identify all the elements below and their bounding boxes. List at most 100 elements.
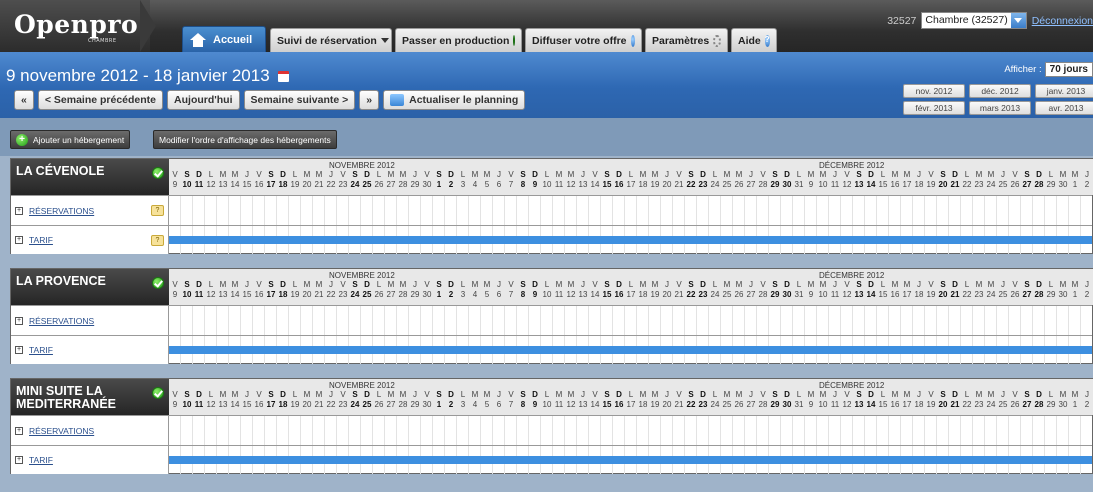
day-number: 27	[386, 180, 396, 189]
tab-diffuser[interactable]: Diffuser votre offre	[525, 28, 642, 52]
day-number: 17	[626, 400, 636, 409]
day-column: M 16	[889, 170, 901, 190]
day-number: 22	[326, 400, 336, 409]
tab-accueil[interactable]: Accueil	[182, 26, 266, 52]
day-number: 2	[448, 400, 454, 409]
tarif-link[interactable]: TARIF	[29, 455, 53, 465]
tab-aide[interactable]: Aide ?	[731, 28, 777, 52]
calendar-icon[interactable]	[277, 70, 289, 82]
day-column: J6	[493, 390, 505, 410]
expand-icon[interactable]: +	[15, 206, 23, 215]
day-column: S 24	[349, 280, 361, 300]
tab-production[interactable]: Passer en production	[395, 28, 522, 52]
day-number: 8	[520, 180, 526, 189]
day-number: 4	[472, 290, 478, 299]
day-number: 18	[278, 180, 288, 189]
reservations-link[interactable]: RÉSERVATIONS	[29, 316, 94, 326]
today-button[interactable]: Aujourd'hui	[167, 90, 240, 110]
day-number: 13	[578, 180, 588, 189]
reservations-grid[interactable]	[169, 306, 1092, 335]
chevron-down-icon[interactable]	[1010, 13, 1026, 28]
tab-parametres[interactable]: Paramètres	[645, 28, 728, 52]
previous-week-button[interactable]: < Semaine précédente	[37, 90, 164, 110]
day-number: 14	[866, 180, 876, 189]
add-accommodation-button[interactable]: + Ajouter un hébergement	[10, 130, 131, 149]
day-letter: M	[231, 170, 239, 179]
day-column: D 28	[1033, 390, 1045, 410]
day-column: M 21	[313, 280, 325, 300]
expand-icon[interactable]: +	[15, 236, 23, 244]
account-area: 32527 Chambre (32527) Déconnexion	[887, 12, 1093, 29]
last-button[interactable]: »	[359, 90, 380, 110]
day-number: 23	[698, 400, 708, 409]
day-letter: V	[340, 170, 346, 179]
expand-icon[interactable]: +	[15, 316, 23, 325]
next-week-button[interactable]: Semaine suivante >	[243, 90, 356, 110]
day-number: 14	[866, 290, 876, 299]
day-column: M 10	[817, 390, 829, 410]
day-letter: D	[364, 170, 370, 179]
day-number: 21	[674, 180, 684, 189]
day-letter: V	[928, 280, 934, 289]
tarif-link[interactable]: TARIF	[29, 235, 53, 245]
day-letter: L	[376, 390, 382, 399]
day-number: 30	[1058, 290, 1068, 299]
tarif-bar[interactable]	[169, 456, 1092, 464]
day-number: 20	[662, 400, 672, 409]
logo[interactable]: Openpro	[14, 10, 138, 39]
display-range-label: Afficher :	[1004, 64, 1042, 75]
day-column: V 28	[757, 170, 769, 190]
day-number: 11	[554, 290, 564, 299]
day-column: D 30	[781, 390, 793, 410]
expand-icon[interactable]: +	[15, 346, 23, 354]
day-number: 16	[254, 180, 264, 189]
day-number: 29	[770, 290, 780, 299]
expand-icon[interactable]: +	[15, 426, 23, 435]
month-button[interactable]: nov. 2012	[903, 84, 965, 98]
account-select[interactable]: Chambre (32527)	[921, 12, 1027, 29]
month-button[interactable]: avr. 2013	[1035, 101, 1093, 115]
tab-suivi[interactable]: Suivi de réservation	[270, 28, 392, 52]
day-column: M 20	[301, 170, 313, 190]
reservations-link[interactable]: RÉSERVATIONS	[29, 426, 94, 436]
logout-link[interactable]: Déconnexion	[1032, 15, 1093, 27]
day-column: J 27	[745, 390, 757, 410]
refresh-label: Actualiser le planning	[409, 94, 519, 106]
day-column: M 17	[901, 170, 913, 190]
reorder-accommodations-button[interactable]: Modifier l'ordre d'affichage des héberge…	[153, 130, 337, 149]
help-icon[interactable]: ?	[151, 205, 164, 216]
display-range-select[interactable]: 70 jours	[1044, 62, 1093, 77]
day-number: 21	[950, 180, 960, 189]
day-letter: L	[208, 170, 214, 179]
day-number: 1	[436, 290, 442, 299]
day-letter: M	[891, 390, 899, 399]
help-icon[interactable]: ?	[151, 234, 164, 246]
day-letter: D	[952, 280, 958, 289]
day-number: 17	[626, 180, 636, 189]
month-button[interactable]: déc. 2012	[969, 84, 1031, 98]
day-number: 11	[830, 290, 840, 299]
first-button[interactable]: «	[14, 90, 34, 110]
day-number: 16	[614, 180, 624, 189]
tarif-bar[interactable]	[169, 346, 1092, 354]
day-number: 26	[1010, 290, 1020, 299]
tarif-bar[interactable]	[169, 236, 1092, 244]
planning-header: 9 novembre 2012 - 18 janvier 2013 « < Se…	[0, 52, 1093, 118]
day-number: 29	[770, 400, 780, 409]
tarif-link[interactable]: TARIF	[29, 345, 53, 355]
month-button[interactable]: janv. 2013	[1035, 84, 1093, 98]
refresh-planning-button[interactable]: Actualiser le planning	[383, 90, 526, 110]
expand-icon[interactable]: +	[15, 456, 23, 464]
reservations-grid[interactable]	[169, 416, 1092, 445]
day-letter: D	[280, 170, 286, 179]
day-column: L 24	[709, 280, 721, 300]
month-button[interactable]: mars 2013	[969, 101, 1031, 115]
day-letter: L	[208, 390, 214, 399]
day-column: S 22	[685, 390, 697, 410]
date-range-text: 9 novembre 2012 - 18 janvier 2013	[6, 66, 270, 85]
day-number: 10	[182, 290, 192, 299]
month-button[interactable]: févr. 2013	[903, 101, 965, 115]
day-letter: V	[256, 390, 262, 399]
reservations-link[interactable]: RÉSERVATIONS	[29, 206, 94, 216]
reservations-grid[interactable]	[169, 196, 1092, 225]
